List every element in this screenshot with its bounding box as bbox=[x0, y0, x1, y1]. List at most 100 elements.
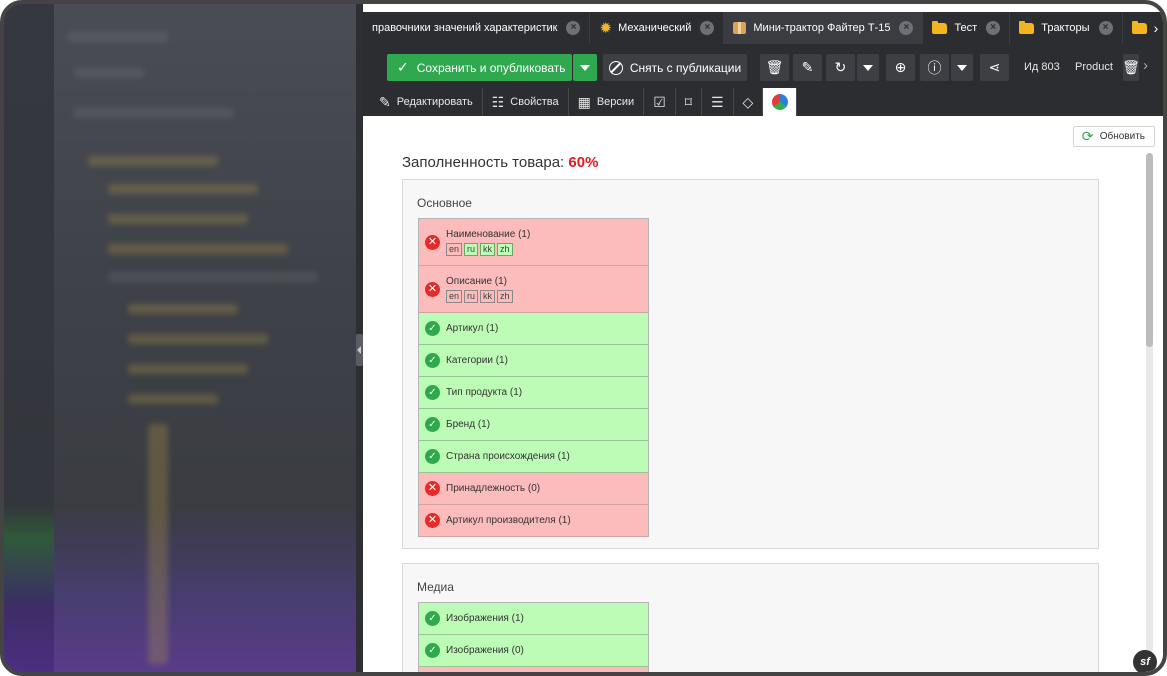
product-editor: правочники значений характеристик × ✹ Ме… bbox=[363, 4, 1163, 672]
blurred-row bbox=[128, 304, 238, 314]
pane-splitter[interactable] bbox=[356, 4, 363, 672]
tab-versions[interactable]: ▦ Версии bbox=[569, 88, 645, 116]
clipboard-icon: ☰ bbox=[710, 94, 724, 110]
tab-overflow[interactable]: › bbox=[1123, 12, 1163, 44]
blurred-row bbox=[128, 394, 218, 404]
language-badges: en ru kk zh bbox=[446, 242, 530, 256]
tab-edit[interactable]: ✎ Редактировать bbox=[370, 88, 483, 116]
left-icon-strip bbox=[4, 4, 54, 672]
save-and-publish-label: Сохранить и опубликовать bbox=[416, 60, 566, 75]
check-circle-icon: ✓ bbox=[425, 417, 440, 432]
list-item: ✕ Принадлежность (0) bbox=[419, 473, 648, 505]
tab-mechanical[interactable]: ✹ Механический × bbox=[590, 12, 725, 44]
list-item: ✓ Тип продукта (1) bbox=[419, 377, 648, 409]
close-icon[interactable]: × bbox=[1098, 21, 1113, 35]
unpublish-button[interactable]: Снять с публикации bbox=[603, 54, 747, 81]
check-circle-icon: ✓ bbox=[425, 611, 440, 626]
folder-icon bbox=[1131, 20, 1147, 34]
tab-label: Тест bbox=[954, 22, 978, 34]
error-icon: ✕ bbox=[425, 513, 440, 528]
completeness-heading: Заполненность товара: 60% bbox=[402, 154, 598, 171]
chevron-right-icon[interactable]: › bbox=[1154, 20, 1159, 36]
gear-icon: ✹ bbox=[599, 20, 613, 37]
lang-badge-en: en bbox=[446, 242, 463, 256]
blurred-row bbox=[88, 156, 218, 166]
reload-button[interactable]: ↻ bbox=[826, 54, 855, 81]
pencil-icon: ✎ bbox=[379, 94, 391, 110]
item-label: Тип продукта (1) bbox=[446, 387, 523, 398]
blurred-row bbox=[108, 244, 288, 254]
blurred-row bbox=[148, 424, 168, 664]
tab-label: Тракторы bbox=[1041, 22, 1090, 34]
tab-bookmarks[interactable]: ⌑ bbox=[676, 88, 702, 116]
refresh-button[interactable]: ⟳ Обновить bbox=[1072, 126, 1155, 147]
list-item: ✓ Бренд (1) bbox=[419, 409, 648, 441]
section-media: Медиа ✓ Изображения (1) ✓ Изображения (0… bbox=[402, 563, 1099, 672]
delete-button[interactable]: 🗑 bbox=[760, 54, 789, 81]
tab-mini-tractor[interactable]: Мини-трактор Файтер Т-15 × bbox=[724, 12, 924, 44]
section-title: Медиа bbox=[417, 580, 454, 594]
info-icon: ⓘ bbox=[927, 59, 942, 76]
info-options-dropdown[interactable] bbox=[951, 54, 973, 81]
locate-in-tree-button[interactable]: ⊕ bbox=[886, 54, 915, 81]
caret-down-icon bbox=[957, 64, 967, 71]
vertical-scrollbar[interactable] bbox=[1146, 153, 1153, 653]
tab-notes[interactable]: ☰ bbox=[702, 88, 734, 116]
section-basic: Основное ✕ Наименование (1) en ru kk zh bbox=[402, 179, 1099, 549]
list-item: ✓ Категории (1) bbox=[419, 345, 648, 377]
blurred-row bbox=[128, 334, 268, 344]
tab-label: правочники значений характеристик bbox=[372, 22, 558, 34]
tag-icon: ◇ bbox=[742, 94, 754, 110]
tab-tags[interactable]: ◇ bbox=[734, 88, 764, 116]
lang-badge-kk: kk bbox=[480, 289, 496, 303]
editor-subtabs: ✎ Редактировать ☷ Свойства ▦ Версии ☑ ⌑ … bbox=[363, 88, 1163, 116]
scrollbar-thumb[interactable] bbox=[1146, 153, 1153, 347]
item-label: Описание (1) bbox=[446, 275, 508, 287]
save-options-dropdown[interactable] bbox=[573, 54, 597, 81]
calendar-check-icon: ☑ bbox=[653, 94, 666, 110]
list-item: ✓ Страна происхождения (1) bbox=[419, 441, 648, 473]
completeness-label: Заполненность товара: bbox=[402, 154, 565, 171]
close-icon[interactable]: × bbox=[899, 21, 914, 35]
blurred-row bbox=[74, 68, 144, 78]
close-icon[interactable]: × bbox=[986, 21, 1001, 35]
item-label: Страна происхождения (1) bbox=[446, 451, 570, 462]
tab-test[interactable]: Тест × bbox=[923, 12, 1011, 44]
item-label: Артикул производителя (1) bbox=[446, 515, 571, 526]
more-trash-button[interactable]: 🗑 bbox=[1122, 54, 1140, 81]
close-icon[interactable]: × bbox=[700, 21, 715, 35]
tab-schedule[interactable]: ☑ bbox=[644, 88, 676, 116]
trash-icon: 🗑 bbox=[1122, 59, 1140, 75]
tab-tractors[interactable]: Тракторы × bbox=[1010, 12, 1123, 44]
blurred-row bbox=[108, 214, 248, 224]
close-icon[interactable]: × bbox=[566, 21, 581, 35]
lang-badge-kk: kk bbox=[480, 242, 496, 256]
tab-completeness[interactable] bbox=[763, 88, 798, 116]
list-item: ✕ Артикул производителя (1) bbox=[419, 505, 648, 537]
tab-properties[interactable]: ☷ Свойства bbox=[483, 88, 569, 116]
reload-options-dropdown[interactable] bbox=[857, 54, 879, 81]
caret-down-icon bbox=[863, 64, 873, 71]
symfony-debug-icon[interactable]: sf bbox=[1133, 650, 1157, 672]
collapse-handle-icon[interactable] bbox=[356, 334, 363, 366]
object-id: Ид 803 bbox=[1024, 61, 1060, 73]
refresh-label: Обновить bbox=[1099, 131, 1145, 142]
list-item: ✓ Изображения (0) bbox=[419, 635, 648, 667]
tab-characteristics-reference[interactable]: правочники значений характеристик × bbox=[363, 12, 591, 44]
bookmark-icon: ⌑ bbox=[684, 94, 692, 110]
tab-label: Механический bbox=[618, 22, 692, 34]
item-body: Наименование (1) en ru kk zh bbox=[446, 229, 530, 256]
rename-button[interactable]: ✎ bbox=[793, 54, 822, 81]
check-circle-icon: ✓ bbox=[425, 449, 440, 464]
basic-items-list: ✕ Наименование (1) en ru kk zh ✕ Описани… bbox=[418, 218, 649, 537]
info-button[interactable]: ⓘ bbox=[920, 54, 949, 81]
list-item: ✓ Артикул (1) bbox=[419, 313, 648, 345]
error-icon: ✕ bbox=[425, 481, 440, 496]
lang-badge-zh: zh bbox=[497, 289, 513, 303]
chevron-right-icon[interactable]: › bbox=[1143, 57, 1148, 74]
list-item: ✕ Описание (1) en ru kk zh bbox=[419, 266, 648, 313]
share-button[interactable]: ⋖ bbox=[980, 54, 1009, 81]
tab-versions-label: Версии bbox=[596, 96, 635, 108]
save-and-publish-button[interactable]: ✓ Сохранить и опубликовать bbox=[387, 54, 572, 81]
item-body: Описание (1) en ru kk zh bbox=[446, 276, 515, 303]
